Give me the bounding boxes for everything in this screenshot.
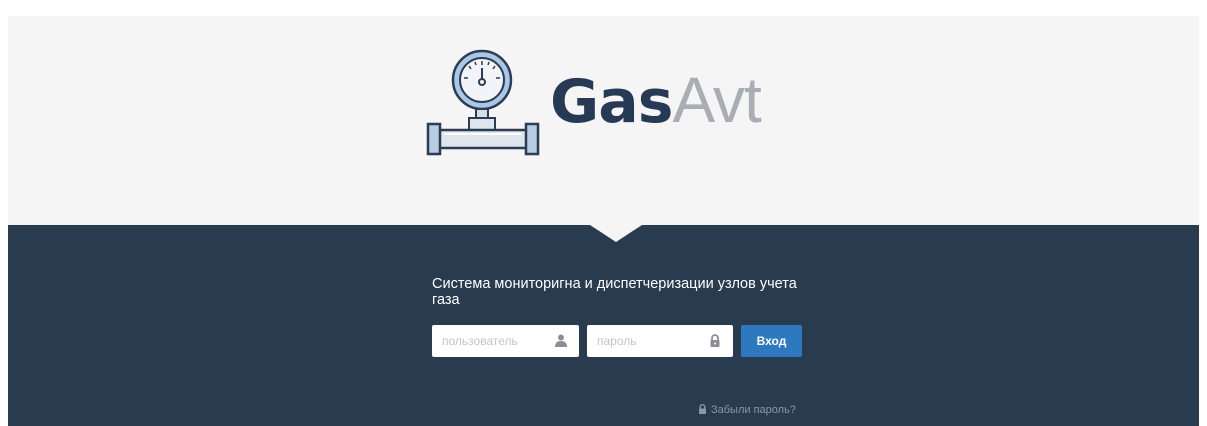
lock-icon bbox=[710, 334, 720, 347]
login-button[interactable]: Вход bbox=[741, 325, 802, 357]
system-subtitle: Система мониторигна и диспетчеризации уз… bbox=[432, 276, 797, 308]
forgot-password-link[interactable]: Забыли пароль? bbox=[698, 403, 796, 417]
user-icon bbox=[555, 334, 567, 347]
pressure-gauge-pipe-icon bbox=[426, 49, 540, 156]
username-input[interactable] bbox=[440, 325, 554, 357]
forgot-password-label: Забыли пароль? bbox=[711, 404, 796, 416]
logo-light-text: Avt bbox=[672, 64, 761, 136]
logo-bold-text: Gas bbox=[550, 67, 673, 137]
lock-icon bbox=[699, 404, 706, 414]
password-field[interactable] bbox=[587, 325, 733, 357]
username-field[interactable] bbox=[432, 325, 579, 357]
password-input[interactable] bbox=[595, 325, 709, 357]
brand-logo: GasAvt bbox=[550, 60, 762, 142]
panel-notch bbox=[590, 225, 642, 242]
